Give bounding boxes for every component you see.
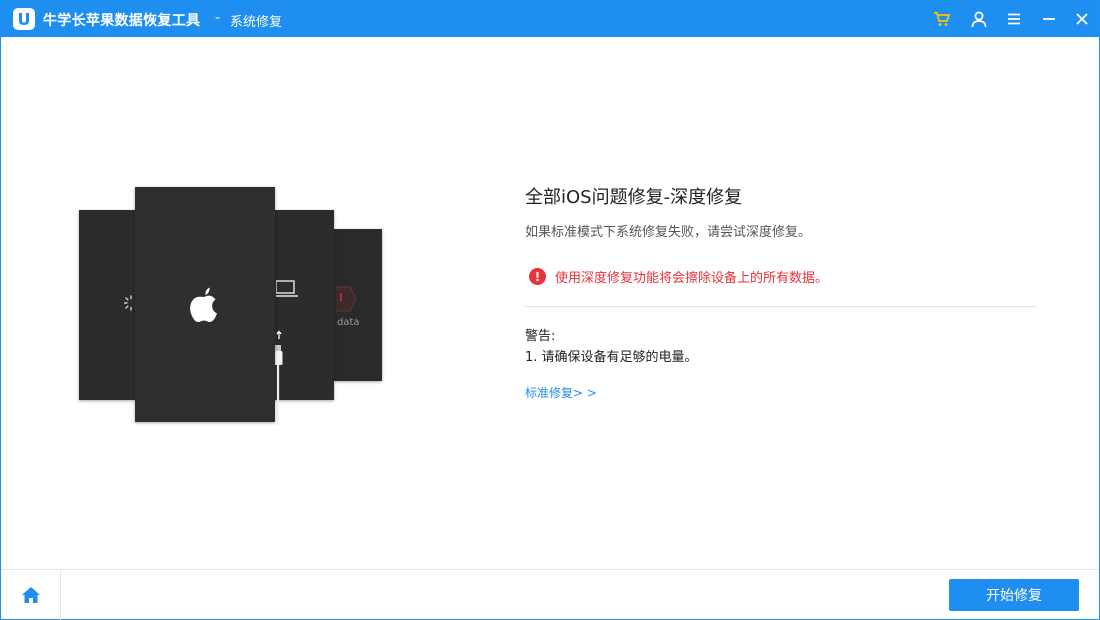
standard-repair-link[interactable]: 标准修复> > <box>525 384 597 401</box>
cart-icon[interactable] <box>932 9 952 29</box>
title-separator: - <box>215 10 221 26</box>
page-description: 如果标准模式下系统修复失败，请尝试深度修复。 <box>525 225 812 240</box>
notice-item: 1. 请确保设备有足够的电量。 <box>525 350 698 365</box>
home-button[interactable] <box>1 570 61 620</box>
warning-row: ! 使用深度修复功能将会擦除设备上的所有数据。 <box>529 267 828 286</box>
apple-logo-icon <box>190 287 217 322</box>
title-bar: 牛学长苹果数据恢复工具 - 系统修复 <box>1 1 1099 37</box>
start-repair-button[interactable]: 开始修复 <box>949 579 1079 611</box>
minimize-icon[interactable] <box>1039 9 1059 29</box>
page-name: 系统修复 <box>230 15 283 30</box>
exclamation-icon: ! <box>529 268 546 285</box>
device-illustration: data <box>79 187 389 427</box>
screen-panel-apple <box>135 187 275 422</box>
menu-icon[interactable] <box>1004 9 1024 29</box>
screen-panel-loading <box>79 210 137 400</box>
warning-text: 使用深度修复功能将会擦除设备上的所有数据。 <box>555 271 829 286</box>
user-icon[interactable] <box>969 9 989 29</box>
divider <box>525 306 1037 307</box>
laptop-icon <box>276 280 298 297</box>
footer-bar: 开始修复 <box>1 569 1099 620</box>
close-icon[interactable] <box>1072 9 1092 29</box>
app-window: 牛学长苹果数据恢复工具 - 系统修复 data 全部iOS问题修复-深度修复 如… <box>0 0 1100 620</box>
screen-panel-itunes <box>273 210 334 425</box>
home-icon <box>21 587 40 603</box>
notice-title: 警告: <box>525 329 556 344</box>
app-logo-icon <box>13 8 35 30</box>
arrow-up-icon <box>276 330 282 339</box>
screen-panel-error <box>334 229 382 381</box>
warning-triangle-icon <box>336 286 357 312</box>
app-title: 牛学长苹果数据恢复工具 <box>43 13 201 29</box>
data-label: data <box>337 317 360 328</box>
page-heading: 全部iOS问题修复-深度修复 <box>525 187 743 208</box>
